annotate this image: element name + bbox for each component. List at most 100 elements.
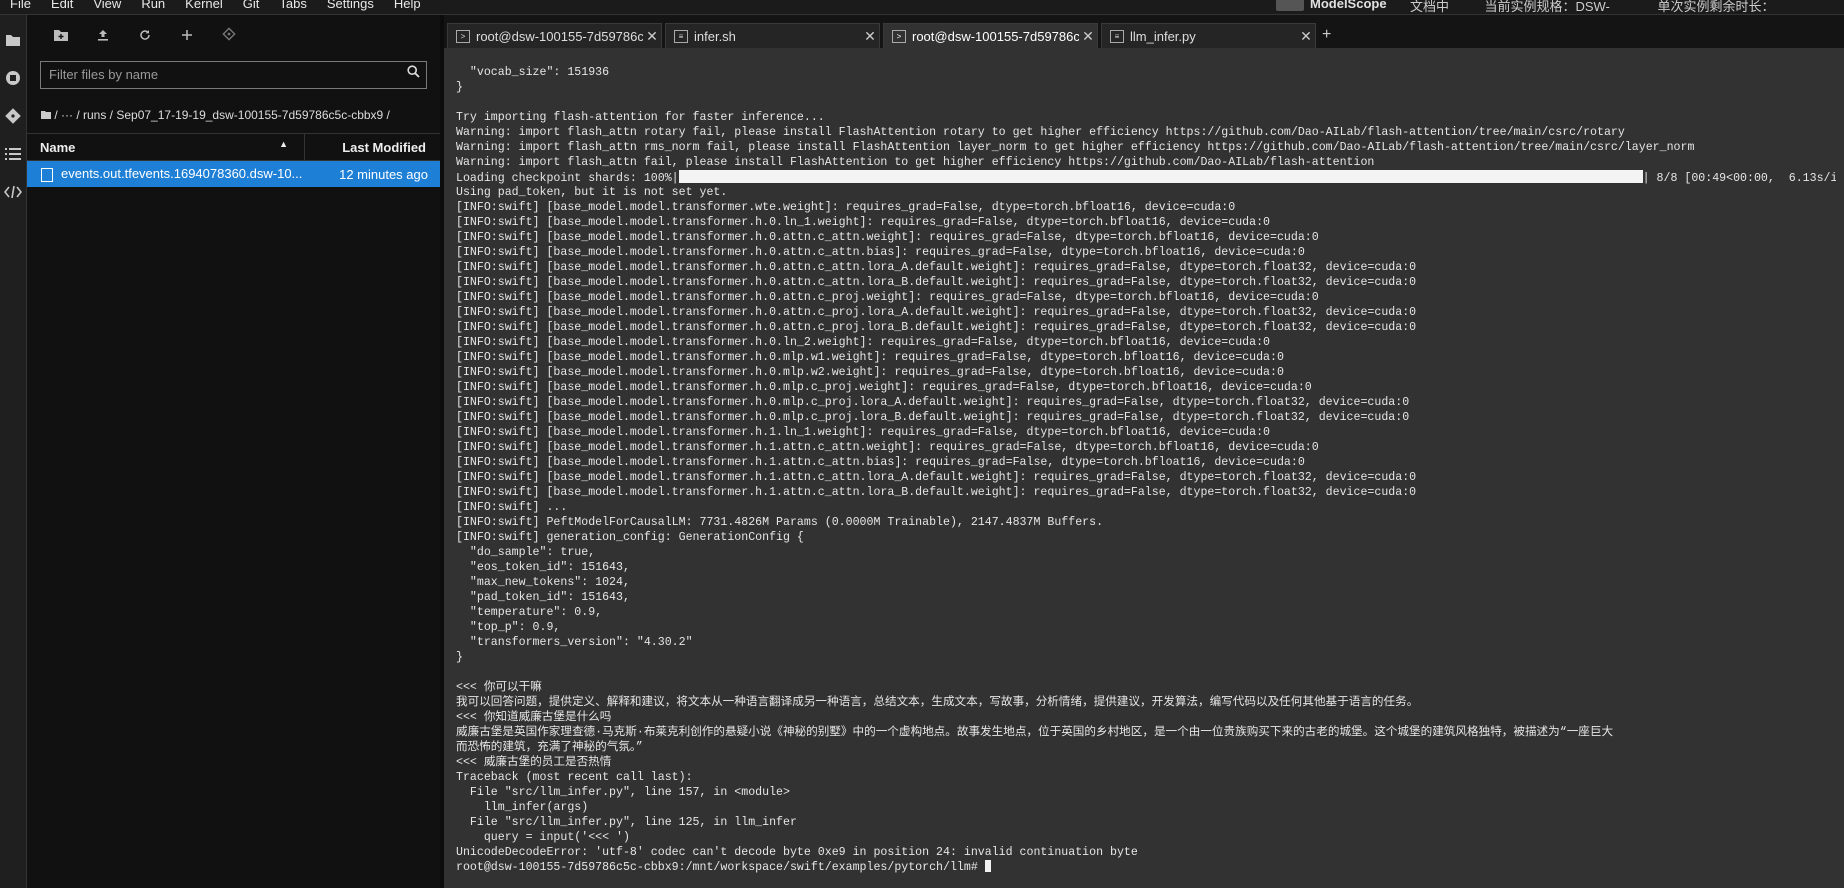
terminal-line: query = input('<<< ')	[456, 831, 630, 844]
terminal-line: Using pad_token, but it is not set yet.	[456, 186, 728, 199]
shell-prompt-line: root@dsw-100155-7d59786c5c-cbbx9:/mnt/wo…	[456, 860, 1836, 875]
filter-box	[40, 61, 427, 89]
terminal-line: UnicodeDecodeError: 'utf-8' codec can't …	[456, 846, 1138, 859]
menu-item-view[interactable]: View	[89, 0, 131, 11]
terminal-icon: >	[456, 29, 470, 43]
terminal-line: Traceback (most recent call last):	[456, 771, 693, 784]
terminal-line: [INFO:swift] [base_model.model.transform…	[456, 441, 1319, 454]
main-area: > root@dsw-100155-7d59786c ✕ ≡ infer.sh …	[444, 15, 1844, 888]
terminal-line: "vocab_size": 151936	[456, 66, 610, 79]
file-list-header: Name ▲ Last Modified	[27, 133, 440, 161]
terminal-output[interactable]: "vocab_size": 151936} Try importing flash…	[456, 65, 1836, 885]
terminal-line: File "src/llm_infer.py", line 125, in ll…	[456, 816, 797, 829]
brand-name: ModelScope	[1310, 0, 1387, 11]
terminal-line: 威廉古堡是英国作家理查德·马克斯·布莱克利创作的悬疑小说《神秘的别墅》中的一个虚…	[456, 726, 1614, 739]
file-browser-toolbar	[27, 15, 440, 57]
terminal-line: [INFO:swift] [base_model.model.transform…	[456, 336, 1271, 349]
terminal-line: [INFO:swift] generation_config: Generati…	[456, 531, 804, 544]
close-icon[interactable]: ✕	[1079, 28, 1097, 45]
instance-info-item: 当前实例规格：DSW-GPU	[1484, 0, 1610, 14]
terminal-line: <<< 你可以干嘛	[456, 681, 542, 694]
breadcrumb-path[interactable]: / ··· / runs / Sep07_17-19-19_dsw-100155…	[54, 108, 390, 122]
close-icon[interactable]: ✕	[1297, 28, 1315, 45]
terminal-line: }	[456, 651, 463, 664]
running-icon[interactable]	[0, 65, 26, 91]
terminal-line: <<< 威廉古堡的员工是否热情	[456, 756, 612, 769]
menu-item-file[interactable]: File	[6, 0, 41, 11]
terminal-line: [INFO:swift] [base_model.model.transform…	[456, 471, 1417, 484]
terminal-cursor[interactable]	[984, 860, 991, 872]
sort-ascending-icon: ▲	[279, 139, 288, 149]
terminal-line: [INFO:swift] [base_model.model.transform…	[456, 216, 1271, 229]
folder-icon[interactable]	[0, 27, 26, 53]
terminal-line: [INFO:swift] [base_model.model.transform…	[456, 246, 1305, 259]
git-icon[interactable]	[0, 103, 26, 129]
instance-info-item[interactable]: 文档中心	[1410, 0, 1460, 14]
terminal-line: [INFO:swift] [base_model.model.transform…	[456, 426, 1271, 439]
column-modified-label: Last Modified	[342, 140, 426, 155]
instance-info-item: 单次实例剩余时长：09:23:24	[1657, 0, 1775, 14]
folder-icon[interactable]	[41, 108, 51, 122]
tab-llm-infer-py[interactable]: ≡ llm_infer.py ✕	[1101, 23, 1316, 48]
file-icon: ≡	[674, 29, 688, 43]
file-row[interactable]: events.out.tfevents.1694078360.dsw-10...…	[27, 161, 440, 187]
breadcrumb[interactable]: / ··· / runs / Sep07_17-19-19_dsw-100155…	[41, 105, 411, 125]
refresh-icon[interactable]	[135, 28, 155, 45]
terminal-line: Warning: import flash_attn rms_norm fail…	[456, 141, 1695, 154]
terminal-line: 我可以回答问题，提供定义、解释和建议，将文本从一种语言翻译成另一种语言，总结文本…	[456, 696, 1419, 709]
upload-icon[interactable]	[93, 28, 113, 45]
file-icon	[41, 167, 53, 182]
progress-suffix: | 8/8 [00:49<00:00, 6.13s/it]	[1642, 172, 1836, 185]
terminal-line: [INFO:swift] [base_model.model.transform…	[456, 396, 1410, 409]
filter-input[interactable]	[41, 62, 397, 87]
tab-terminal-1[interactable]: > root@dsw-100155-7d59786c ✕	[447, 23, 662, 48]
terminal-line: "max_new_tokens": 1024,	[456, 576, 630, 589]
terminal-line: Try importing flash-attention for faster…	[456, 111, 825, 124]
new-file-icon[interactable]	[177, 28, 197, 45]
terminal-line: llm_infer(args)	[456, 801, 589, 814]
menu-item-kernel[interactable]: Kernel	[181, 0, 233, 11]
git-clone-icon[interactable]	[219, 27, 239, 45]
add-tab-icon[interactable]: +	[1322, 26, 1331, 48]
tab-bar: > root@dsw-100155-7d59786c ✕ ≡ infer.sh …	[444, 15, 1844, 48]
file-name[interactable]: events.out.tfevents.1694078360.dsw-10...	[61, 166, 302, 181]
terminal-line: [INFO:swift] [base_model.model.transform…	[456, 321, 1417, 334]
extension-icon[interactable]	[0, 179, 26, 205]
menu-item-help[interactable]: Help	[390, 0, 431, 11]
tab-infer-sh[interactable]: ≡ infer.sh ✕	[665, 23, 880, 48]
terminal-line: [INFO:swift] [base_model.model.transform…	[456, 351, 1284, 364]
terminal-line: [INFO:swift] [base_model.model.transform…	[456, 456, 1305, 469]
terminal-line: [INFO:swift] [base_model.model.transform…	[456, 366, 1284, 379]
terminal-line: "transformers_version": "4.30.2"	[456, 636, 693, 649]
terminal-icon: >	[892, 29, 906, 43]
terminal-line: [INFO:swift] ...	[456, 501, 568, 514]
close-icon[interactable]: ✕	[861, 28, 879, 45]
terminal-line: [INFO:swift] [base_model.model.transform…	[456, 486, 1417, 499]
menu-item-edit[interactable]: Edit	[47, 0, 83, 11]
tab-label: root@dsw-100155-7d59786c	[912, 28, 1079, 44]
menu-item-git[interactable]: Git	[239, 0, 270, 11]
terminal-line: "do_sample": true,	[456, 546, 596, 559]
terminal-line: "pad_token_id": 151643,	[456, 591, 630, 604]
toc-icon[interactable]	[0, 141, 26, 167]
terminal-line: [INFO:swift] PeftModelForCausalLM: 7731.…	[456, 516, 1104, 529]
tab-terminal-2[interactable]: > root@dsw-100155-7d59786c ✕	[883, 23, 1098, 48]
menu-item-run[interactable]: Run	[137, 0, 175, 11]
new-folder-icon[interactable]	[51, 28, 71, 45]
column-name-header[interactable]: Name ▲	[27, 134, 305, 160]
column-modified-header[interactable]: Last Modified	[305, 134, 440, 160]
modelscope-logo: ModelScope	[1276, 0, 1387, 11]
terminal-line: [INFO:swift] [base_model.model.transform…	[456, 276, 1417, 289]
close-icon[interactable]: ✕	[643, 28, 661, 45]
terminal-line: "top_p": 0.9,	[456, 621, 561, 634]
menu-item-tabs[interactable]: Tabs	[275, 0, 316, 11]
logo-mark-icon	[1276, 0, 1304, 11]
terminal-line: [INFO:swift] [base_model.model.transform…	[456, 261, 1417, 274]
menu-bar: File Edit View Run Kernel Git Tabs Settings Help…	[0, 0, 1844, 15]
search-icon[interactable]	[407, 65, 420, 81]
tab-label: root@dsw-100155-7d59786c	[476, 28, 643, 44]
terminal-line: [INFO:swift] [base_model.model.transform…	[456, 411, 1410, 424]
menu-item-settings[interactable]: Settings	[323, 0, 384, 11]
